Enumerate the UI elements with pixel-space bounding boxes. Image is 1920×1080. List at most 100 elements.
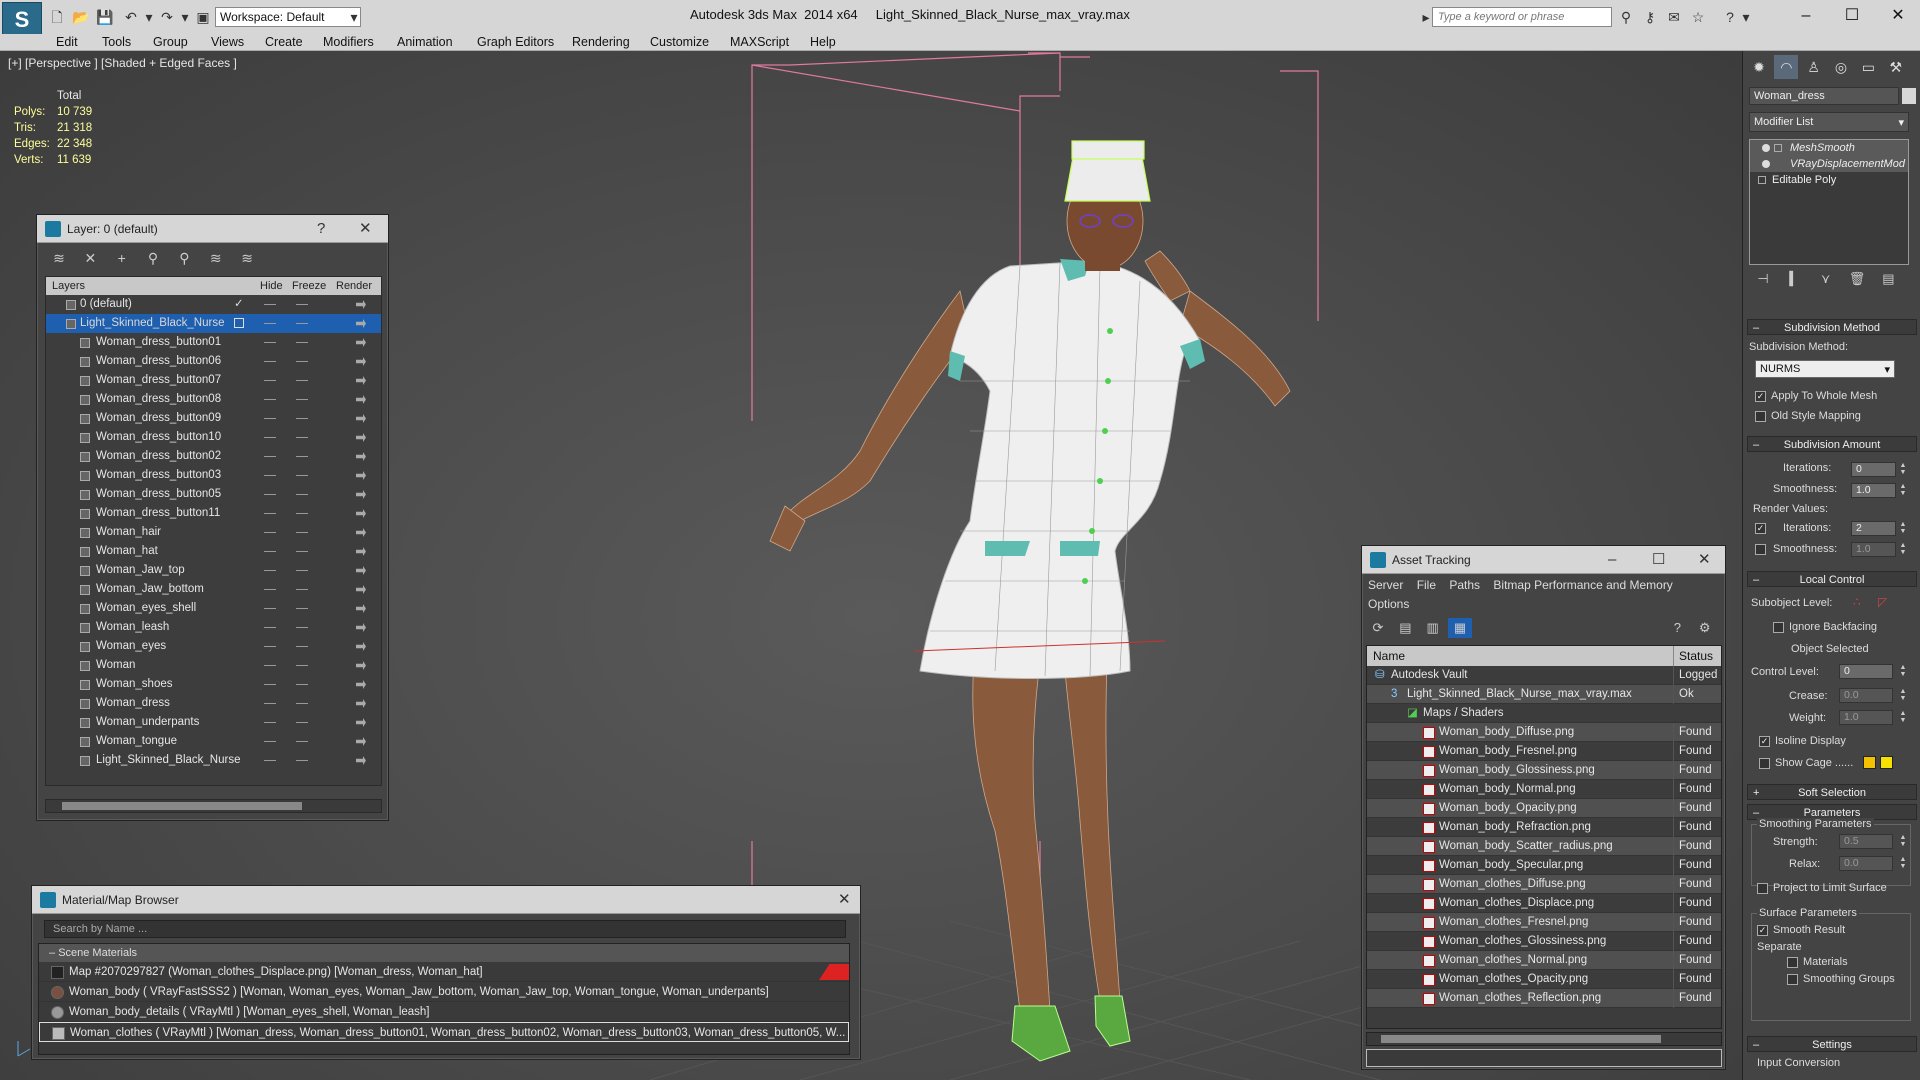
column-hide[interactable]: Hide: [260, 277, 283, 295]
render-toggle-icon[interactable]: [356, 642, 366, 651]
layer-row[interactable]: Woman_shoes: [46, 675, 381, 694]
crease-field[interactable]: 0.0: [1839, 688, 1893, 703]
favorites-star-icon[interactable]: ☆: [1690, 9, 1706, 25]
asset-row[interactable]: Woman_clothes_Opacity.png Found: [1367, 970, 1721, 989]
material-item[interactable]: Woman_body ( VRayFastSSS2 ) [Woman, Woma…: [39, 982, 849, 1002]
hide-toggle[interactable]: [264, 399, 276, 400]
column-render[interactable]: Render: [336, 277, 372, 295]
menu-rendering[interactable]: Rendering: [572, 34, 630, 51]
render-iterations-checkbox[interactable]: ✓: [1755, 523, 1766, 534]
freeze-toggle[interactable]: [296, 456, 308, 457]
menu-options[interactable]: Options: [1368, 597, 1409, 611]
render-toggle-icon[interactable]: [356, 756, 366, 765]
hide-toggle[interactable]: [264, 437, 276, 438]
asset-row[interactable]: Woman_body_Scatter_radius.png Found: [1367, 837, 1721, 856]
column-status[interactable]: Status: [1673, 646, 1713, 666]
freeze-toggle[interactable]: [296, 494, 308, 495]
menu-file[interactable]: File: [1417, 578, 1436, 592]
render-toggle-icon[interactable]: [356, 490, 366, 499]
rollout-soft-selection[interactable]: + Soft Selection: [1747, 784, 1917, 800]
new-file-icon[interactable]: 🗋: [48, 8, 66, 26]
smoothing-groups-checkbox[interactable]: [1787, 974, 1798, 985]
menu-server[interactable]: Server: [1368, 578, 1403, 592]
hide-toggle[interactable]: [264, 722, 276, 723]
menu-group[interactable]: Group: [153, 34, 188, 51]
freeze-toggle[interactable]: [296, 475, 308, 476]
layer-row[interactable]: Woman: [46, 656, 381, 675]
display-tab-icon[interactable]: ▭: [1856, 55, 1880, 79]
freeze-toggle[interactable]: [296, 342, 308, 343]
show-end-result-icon[interactable]: ▍: [1780, 271, 1808, 287]
asset-path-field[interactable]: [1366, 1049, 1722, 1067]
subdivision-method-select[interactable]: NURMS ▾: [1755, 360, 1895, 378]
asset-row[interactable]: Woman_body_Glossiness.png Found: [1367, 761, 1721, 780]
layer-row[interactable]: Woman_dress_button11: [46, 504, 381, 523]
column-layers[interactable]: Layers: [52, 277, 85, 295]
freeze-toggle[interactable]: [296, 741, 308, 742]
help-icon[interactable]: ?: [1665, 618, 1689, 638]
freeze-toggle[interactable]: [296, 532, 308, 533]
freeze-toggle[interactable]: [296, 551, 308, 552]
material-search-input[interactable]: Search by Name ...: [44, 920, 846, 938]
layer-row[interactable]: Woman_eyes: [46, 637, 381, 656]
menu-modifiers[interactable]: Modifiers: [323, 34, 374, 51]
weight-spinner[interactable]: ▲ ▼: [1899, 710, 1907, 725]
render-toggle-icon[interactable]: [356, 528, 366, 537]
smoothness-field[interactable]: 1.0: [1851, 483, 1896, 498]
expand-icon[interactable]: [1774, 144, 1782, 152]
hide-toggle[interactable]: [264, 608, 276, 609]
rollout-local-control[interactable]: – Local Control: [1747, 571, 1917, 587]
weight-field[interactable]: 1.0: [1839, 710, 1893, 725]
horizontal-scrollbar[interactable]: [1366, 1032, 1722, 1046]
rollout-subdivision-method[interactable]: – Subdivision Method: [1747, 319, 1917, 335]
crease-spinner[interactable]: ▲ ▼: [1899, 688, 1907, 703]
motion-tab-icon[interactable]: ◎: [1829, 55, 1853, 79]
workspace-dropdown[interactable]: Workspace: Default: [215, 7, 361, 27]
layer-row[interactable]: Light_Skinned_Black_Nurse: [46, 314, 381, 333]
project-folder-icon[interactable]: ▣: [194, 8, 212, 26]
hierarchy-tab-icon[interactable]: ♙: [1802, 55, 1826, 79]
close-button[interactable]: ✕: [838, 886, 851, 914]
asset-row[interactable]: Woman_clothes_Glossiness.png Found: [1367, 932, 1721, 951]
layer-row[interactable]: Woman_Jaw_bottom: [46, 580, 381, 599]
modifier-list-dropdown[interactable]: Modifier List ▾: [1749, 112, 1909, 132]
hide-toggle[interactable]: [264, 760, 276, 761]
asset-row[interactable]: Woman_clothes_Fresnel.png Found: [1367, 913, 1721, 932]
hide-toggle[interactable]: [264, 380, 276, 381]
menu-help[interactable]: Help: [810, 34, 836, 51]
render-toggle-icon[interactable]: [356, 509, 366, 518]
old-style-mapping-checkbox[interactable]: [1755, 411, 1766, 422]
freeze-toggle[interactable]: [296, 437, 308, 438]
iterations-field[interactable]: 0: [1851, 462, 1896, 477]
settings-icon[interactable]: ⚙: [1693, 618, 1717, 638]
redo-dropdown-icon[interactable]: ▾: [176, 8, 194, 26]
chevron-down-icon[interactable]: ▾: [1738, 9, 1754, 25]
freeze-toggle[interactable]: [296, 323, 308, 324]
add-to-layer-icon[interactable]: +: [108, 247, 136, 269]
lightbulb-icon[interactable]: [1762, 160, 1770, 168]
column-freeze[interactable]: Freeze: [292, 277, 326, 295]
menu-bitmap-performance[interactable]: Bitmap Performance and Memory: [1493, 578, 1672, 592]
modify-tab-icon[interactable]: ◠: [1774, 55, 1799, 79]
render-toggle-icon[interactable]: [356, 699, 366, 708]
apply-whole-mesh-checkbox[interactable]: ✓: [1755, 391, 1766, 402]
render-toggle-icon[interactable]: [356, 395, 366, 404]
save-file-icon[interactable]: 💾: [96, 8, 114, 26]
ignore-backfacing-checkbox[interactable]: [1773, 622, 1784, 633]
pin-stack-icon[interactable]: ⊣: [1749, 271, 1777, 287]
hide-toggle[interactable]: [264, 589, 276, 590]
set-current-layer-icon[interactable]: [234, 318, 244, 328]
render-iterations-spinner[interactable]: ▲ ▼: [1899, 521, 1907, 536]
stack-item-meshsmooth[interactable]: MeshSmooth: [1750, 140, 1908, 156]
render-smoothness-field[interactable]: 1.0: [1851, 542, 1896, 557]
control-level-field[interactable]: 0: [1839, 664, 1893, 679]
render-iterations-field[interactable]: 2: [1851, 521, 1896, 536]
hide-toggle[interactable]: [264, 646, 276, 647]
asset-tracking-titlebar[interactable]: Asset Tracking – ☐ ✕: [1362, 546, 1725, 574]
refresh-icon[interactable]: ⟳: [1366, 618, 1390, 638]
hide-toggle[interactable]: [264, 665, 276, 666]
object-color-swatch[interactable]: [1902, 88, 1916, 104]
layer-row[interactable]: Woman_eyes_shell: [46, 599, 381, 618]
freeze-toggle[interactable]: [296, 418, 308, 419]
render-smoothness-checkbox[interactable]: [1755, 544, 1766, 555]
